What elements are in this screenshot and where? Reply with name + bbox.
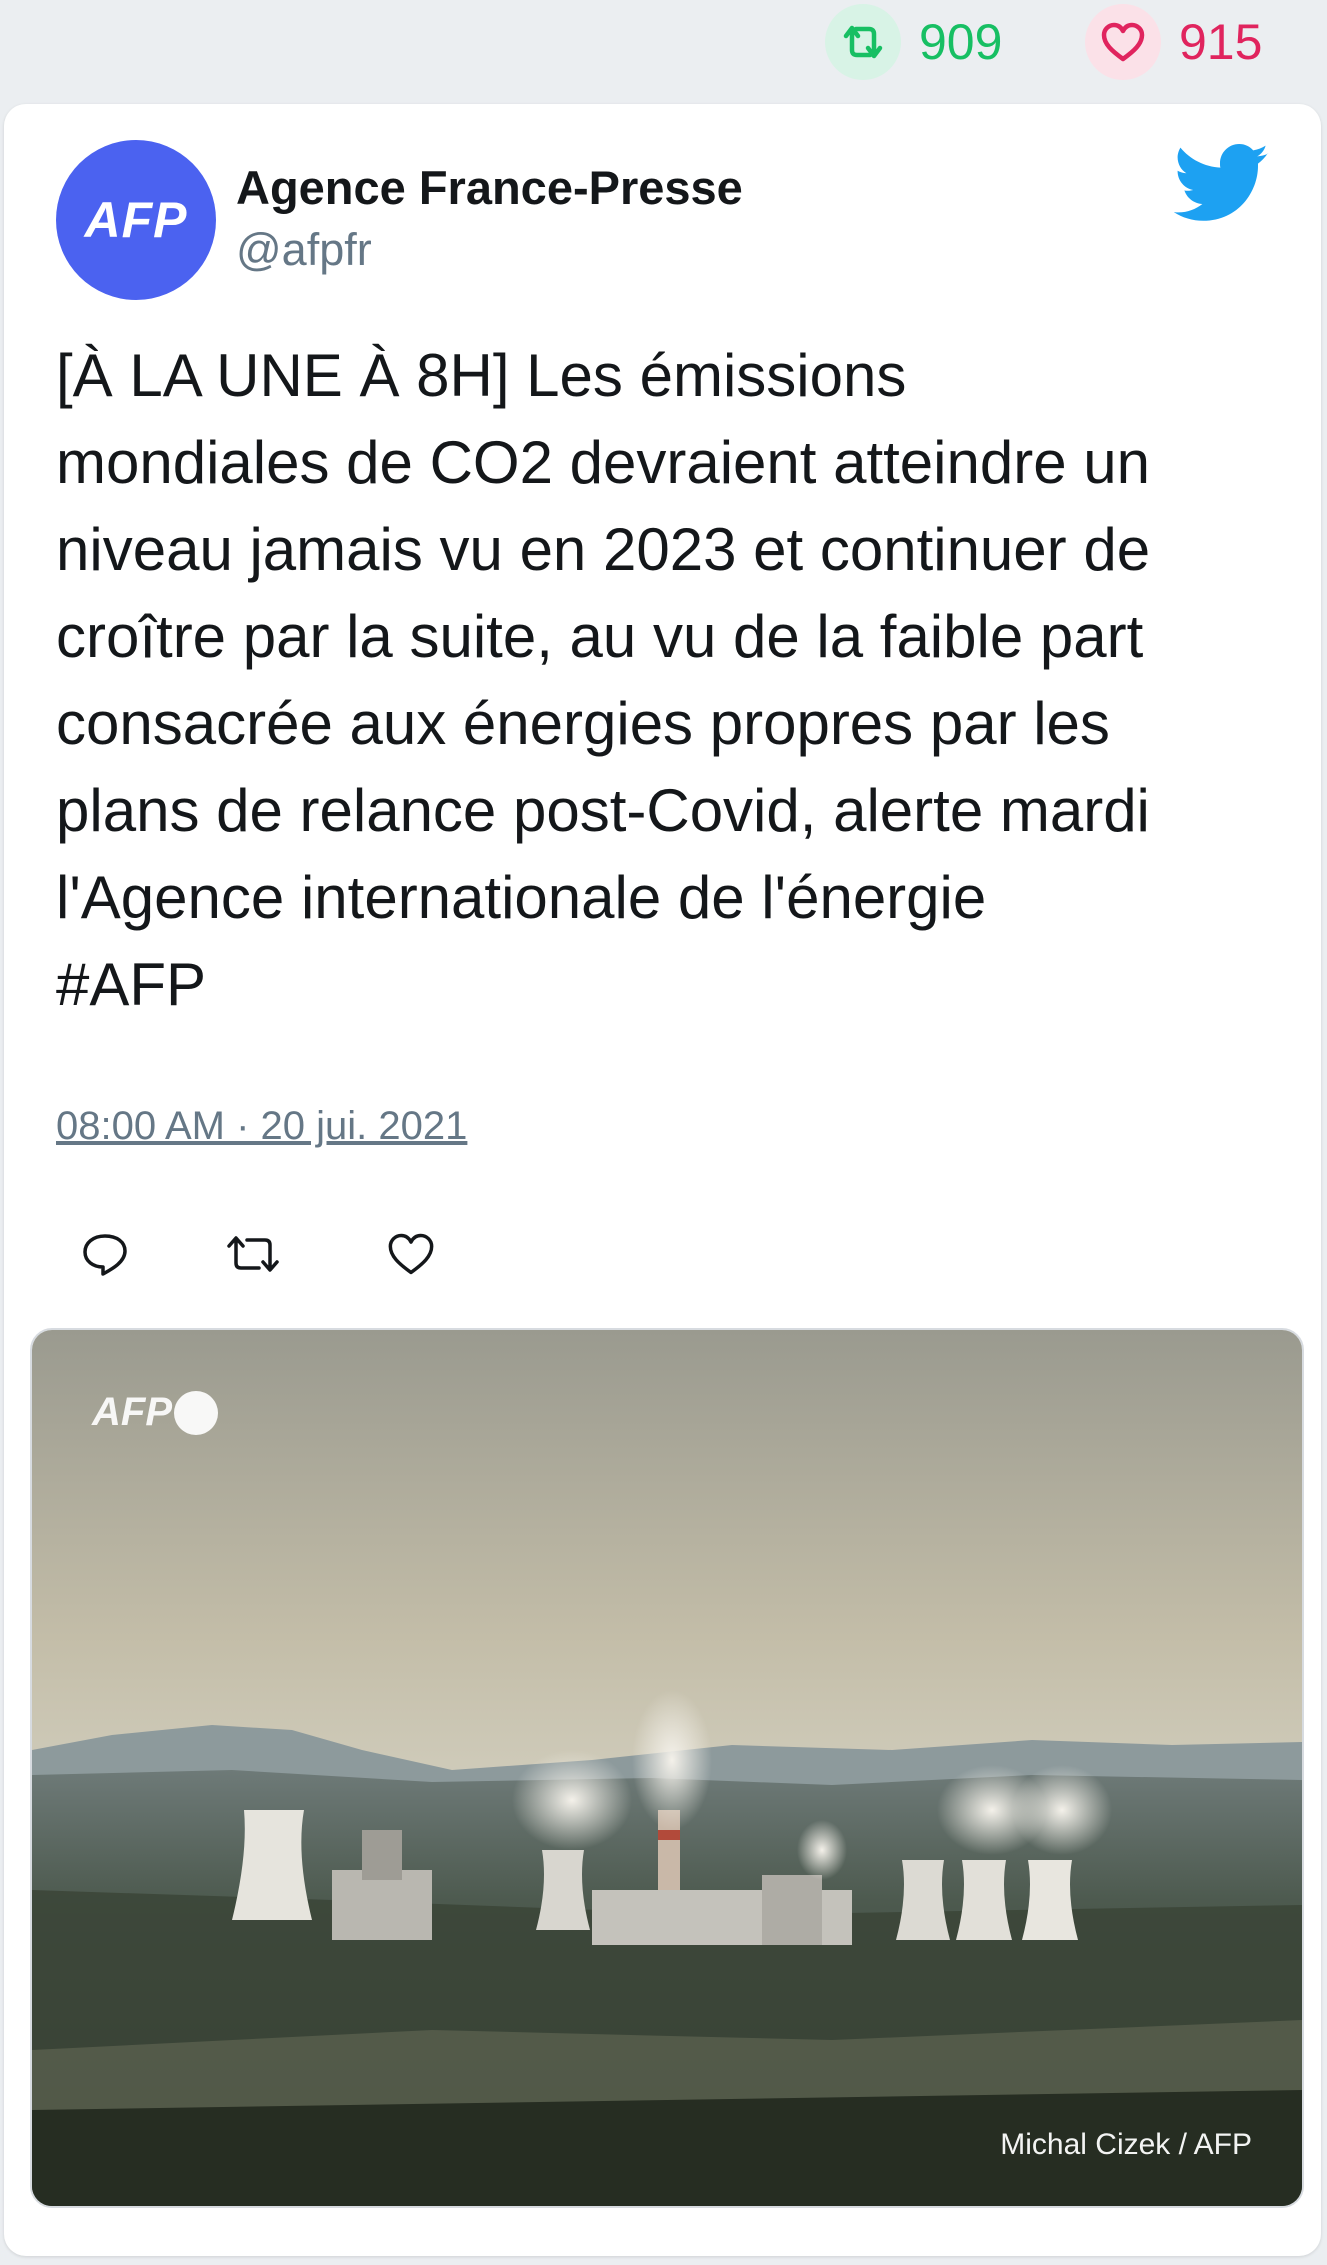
retweet-action-icon[interactable] xyxy=(218,1219,288,1289)
twitter-bird-icon[interactable] xyxy=(1174,144,1270,224)
like-stat[interactable]: 915 xyxy=(1085,4,1262,80)
heart-icon[interactable] xyxy=(1085,4,1161,80)
retweet-count: 909 xyxy=(919,14,1003,70)
retweet-icon[interactable] xyxy=(825,4,901,80)
power-plant-landscape xyxy=(32,1330,1302,2206)
tweet-photo[interactable]: AFP Michal Cizek / AFP xyxy=(30,1328,1304,2208)
reply-icon[interactable] xyxy=(70,1219,140,1289)
avatar-logo-text: AFP xyxy=(84,192,188,248)
watermark-dot xyxy=(174,1390,218,1435)
account-handle[interactable]: @afpfr xyxy=(236,224,372,276)
tweet-timestamp[interactable]: 08:00 AM · 20 jui. 2021 xyxy=(56,1104,467,1149)
like-action-icon[interactable] xyxy=(376,1219,446,1289)
afp-watermark: AFP xyxy=(92,1390,218,1435)
tweet-card: AFP Agence France-Presse @afpfr [À LA UN… xyxy=(4,104,1321,2256)
like-count: 915 xyxy=(1179,14,1263,70)
watermark-text: AFP xyxy=(92,1390,172,1434)
engagement-bar: 909 915 xyxy=(0,0,1327,90)
retweet-stat[interactable]: 909 xyxy=(825,4,1002,80)
account-name[interactable]: Agence France-Presse xyxy=(236,160,743,215)
photo-credit: Michal Cizek / AFP xyxy=(1000,2128,1252,2161)
tweet-text: [À LA UNE À 8H] Les émissions mondiales … xyxy=(56,342,1151,1018)
avatar[interactable]: AFP xyxy=(56,140,216,300)
